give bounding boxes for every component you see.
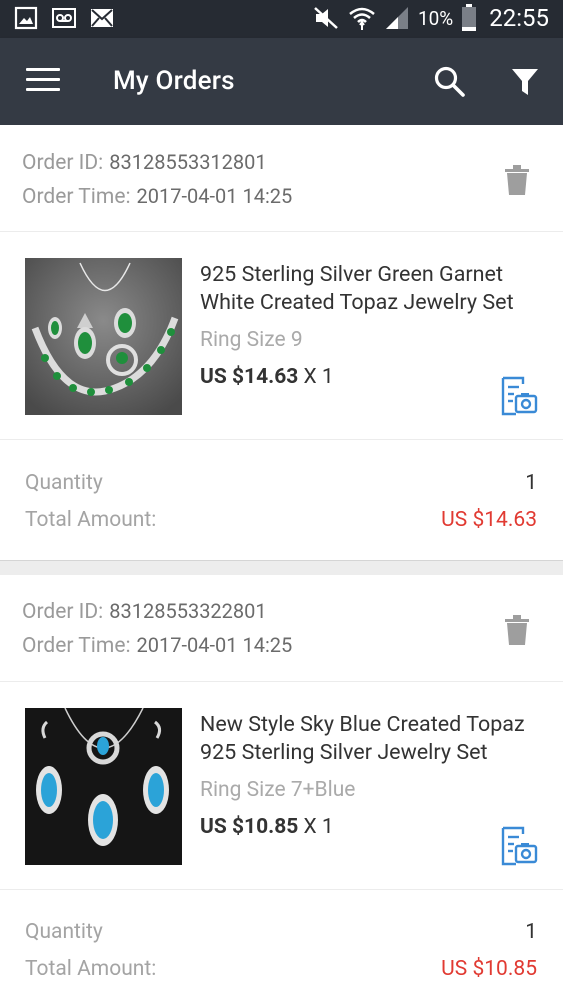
order-time: Order Time: 2017-04-01 14:25: [22, 633, 292, 658]
order-id: Order ID: 83128553322801: [22, 599, 267, 624]
order-totals: Quantity 1 Total Amount: US $10.85: [0, 891, 563, 1000]
snapshot-icon[interactable]: [500, 826, 538, 866]
order-id: Order ID: 83128553312801: [22, 150, 267, 175]
product-thumbnail[interactable]: [25, 258, 182, 415]
quantity-suffix: X 1: [298, 815, 334, 839]
quantity-label: Quantity: [25, 471, 103, 495]
price-value: US $14.63: [200, 365, 299, 389]
order-header: Order ID: 83128553312801 Order Time: 2017-…: [0, 125, 563, 232]
order-item[interactable]: 925 Sterling Silver Green Garnet White C…: [0, 233, 563, 440]
order-id-label: Order ID:: [22, 600, 104, 624]
image-icon: [14, 6, 38, 30]
product-variant: Ring Size 9: [200, 328, 303, 352]
page-title: My Orders: [113, 66, 235, 96]
total-amount-value: US $14.63: [441, 508, 537, 532]
order-id-label: Order ID:: [22, 151, 104, 175]
search-icon[interactable]: [432, 64, 468, 100]
quantity-suffix: X 1: [298, 365, 334, 389]
mail-icon: [91, 9, 113, 27]
mute-icon: [314, 7, 338, 29]
trash-icon[interactable]: [504, 165, 530, 195]
battery-icon: [462, 4, 477, 31]
total-amount-label: Total Amount:: [25, 508, 157, 532]
order-time-label: Order Time:: [22, 185, 131, 209]
signal-icon: [385, 7, 408, 29]
price-value: US $10.85: [200, 815, 299, 839]
order-divider: [0, 560, 563, 576]
total-amount-label: Total Amount:: [25, 957, 157, 981]
order-totals: Quantity 1 Total Amount: US $14.63: [0, 441, 563, 563]
app-bar: My Orders: [0, 38, 563, 125]
filter-icon[interactable]: [510, 66, 540, 98]
order-item[interactable]: New Style Sky Blue Created Topaz 925 Ste…: [0, 683, 563, 890]
trash-icon[interactable]: [504, 615, 530, 645]
product-thumbnail[interactable]: [25, 708, 182, 865]
wifi-icon: [349, 7, 375, 30]
product-price: US $10.85 X 1: [200, 815, 334, 839]
product-title[interactable]: New Style Sky Blue Created Topaz 925 Ste…: [200, 711, 540, 767]
order-id-value: 83128553322801: [109, 599, 267, 623]
order-time-label: Order Time:: [22, 634, 131, 658]
clock: 22:55: [489, 4, 549, 32]
product-price: US $14.63 X 1: [200, 365, 334, 389]
battery-level: 10%: [417, 6, 454, 30]
order-time: Order Time: 2017-04-01 14:25: [22, 184, 292, 209]
product-variant: Ring Size 7+Blue: [200, 778, 356, 802]
order-time-value: 2017-04-01 14:25: [136, 633, 293, 657]
quantity-label: Quantity: [25, 920, 103, 944]
order-time-value: 2017-04-01 14:25: [136, 184, 293, 208]
order-id-value: 83128553312801: [109, 150, 267, 174]
total-amount-value: US $10.85: [441, 957, 537, 981]
order-header: Order ID: 83128553322801 Order Time: 2017-…: [0, 575, 563, 682]
voicemail-icon: [52, 8, 76, 28]
quantity-value: 1: [525, 471, 537, 495]
order-card: Order ID: 83128553312801 Order Time: 2017-…: [0, 125, 563, 560]
snapshot-icon[interactable]: [500, 376, 538, 416]
order-card: Order ID: 83128553322801 Order Time: 2017-…: [0, 575, 563, 1000]
product-title[interactable]: 925 Sterling Silver Green Garnet White C…: [200, 261, 540, 317]
status-bar: 10% 22:55: [0, 0, 563, 38]
quantity-value: 1: [525, 920, 537, 944]
menu-icon[interactable]: [26, 68, 60, 96]
